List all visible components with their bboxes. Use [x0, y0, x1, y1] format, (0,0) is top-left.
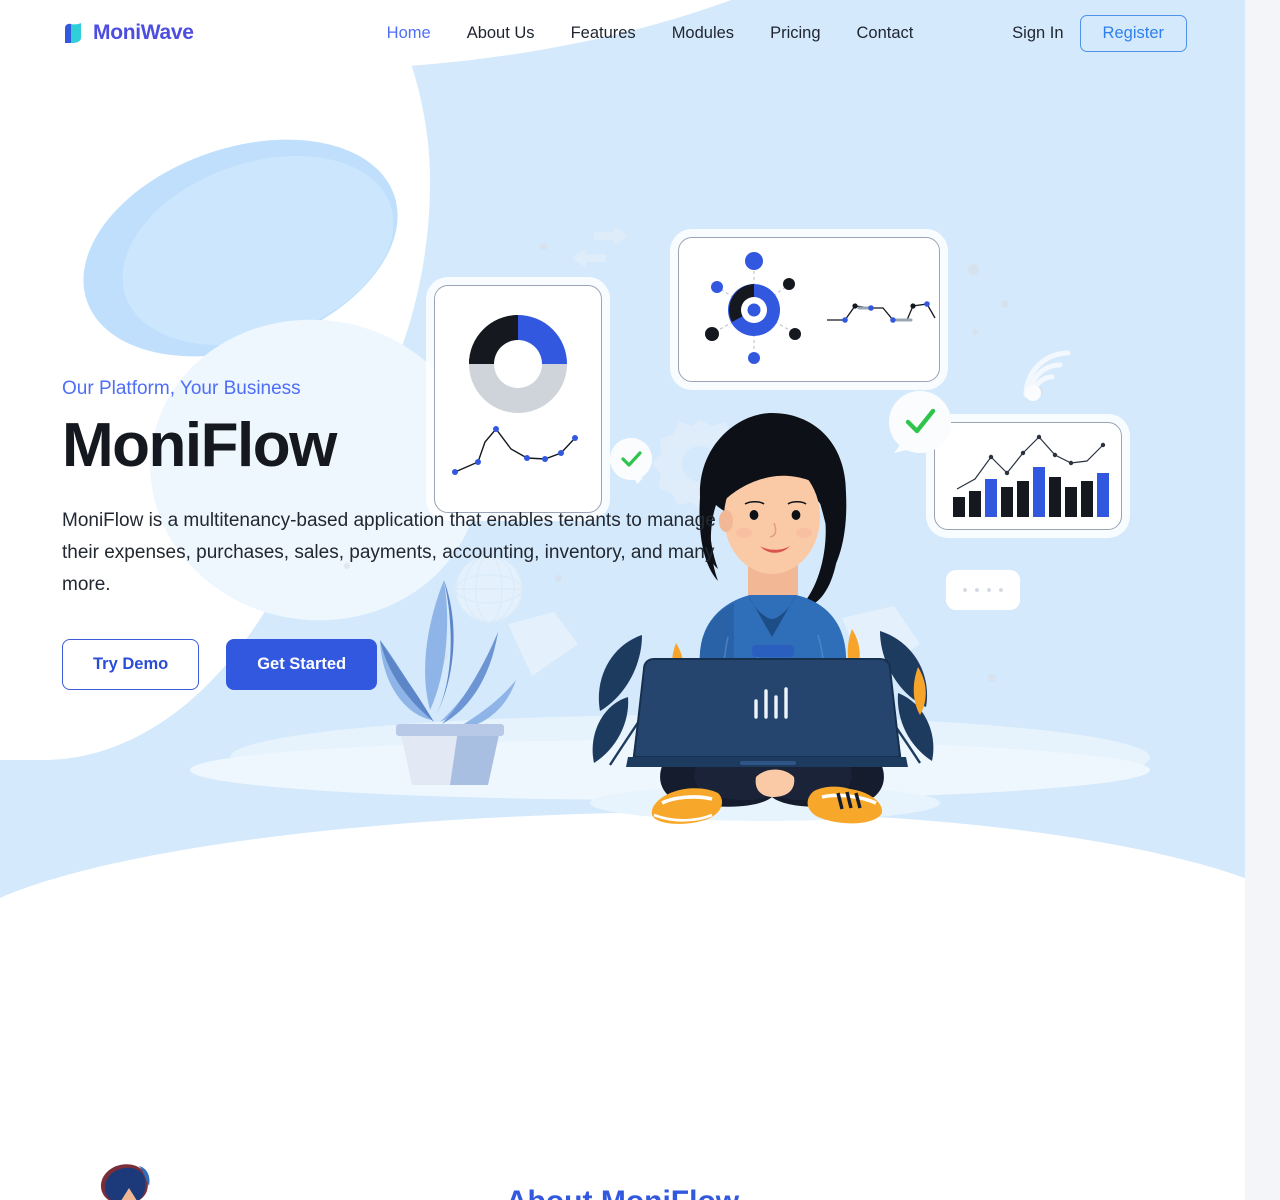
page-title: MoniFlow — [62, 411, 337, 480]
sign-in-link[interactable]: Sign In — [1012, 24, 1063, 43]
wifi-icon — [1023, 350, 1071, 401]
nav-link-home[interactable]: Home — [369, 16, 449, 51]
hero-eyebrow: Our Platform, Your Business — [62, 378, 301, 399]
typing-dot — [999, 588, 1003, 592]
nav-actions: Sign In Register — [1012, 0, 1187, 66]
brand-logo[interactable]: MoniWave — [62, 21, 194, 45]
nav-link-modules[interactable]: Modules — [654, 16, 752, 51]
hero-description: MoniFlow is a multitenancy-based applica… — [62, 510, 716, 596]
page-scrollbar[interactable] — [1245, 0, 1280, 1200]
brand-name: MoniWave — [93, 21, 194, 44]
hero-copy: Our Platform, Your Business MoniFlow Mon… — [62, 378, 742, 690]
wave-logo-icon — [62, 21, 84, 45]
nav-link-contact[interactable]: Contact — [839, 16, 932, 51]
hero-cta-row: Try Demo Get Started — [62, 638, 742, 690]
nav-link-features[interactable]: Features — [553, 16, 654, 51]
nav-link-pricing[interactable]: Pricing — [752, 16, 838, 51]
typing-dot — [987, 588, 991, 592]
about-section-illustration — [100, 1164, 150, 1200]
get-started-button[interactable]: Get Started — [226, 638, 378, 690]
nav-links: Home About Us Features Modules Pricing C… — [369, 16, 932, 51]
nav-link-about-us[interactable]: About Us — [449, 16, 553, 51]
page-viewport: MoniWave Home About Us Features Modules … — [0, 0, 1245, 1200]
hero-section: MoniWave Home About Us Features Modules … — [0, 0, 1245, 905]
top-navigation-bar: MoniWave Home About Us Features Modules … — [0, 0, 1245, 66]
network-diagram-card — [678, 237, 940, 382]
try-demo-button[interactable]: Try Demo — [62, 638, 200, 690]
about-section: About MoniFlow — [0, 905, 1245, 1200]
register-button[interactable]: Register — [1079, 14, 1187, 52]
